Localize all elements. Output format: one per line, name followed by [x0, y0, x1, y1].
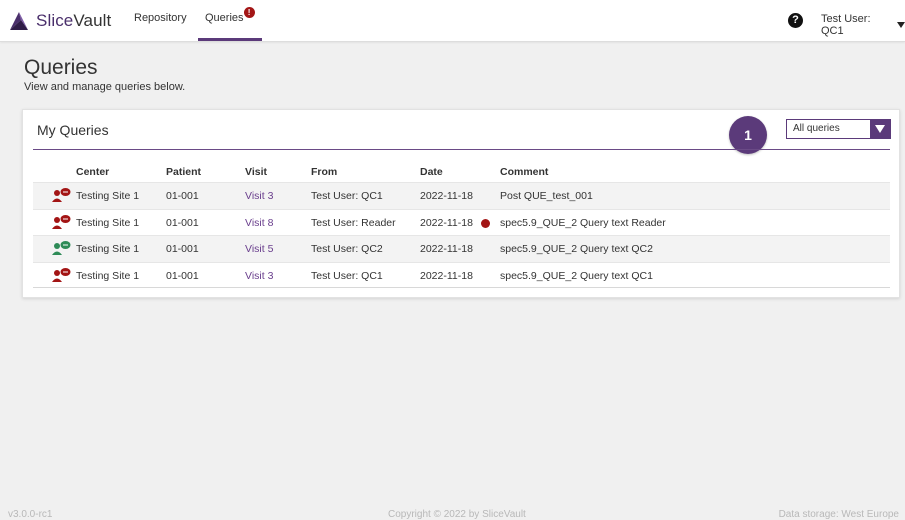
table-row[interactable]: Testing Site 1 01-001 Visit 3 Test User:…	[33, 182, 890, 209]
header-date[interactable]: Date	[420, 166, 443, 178]
header-from[interactable]: From	[311, 166, 337, 178]
cell-from: Test User: QC1	[311, 190, 383, 202]
help-icon[interactable]: ?	[788, 13, 803, 28]
dropdown-arrow-icon	[870, 120, 890, 138]
footer-data-storage: Data storage: West Europe	[778, 509, 899, 520]
user-name: Test User: QC1	[821, 13, 871, 37]
card-title: My Queries	[37, 122, 109, 138]
nav-queries[interactable]: Queries !	[205, 7, 255, 24]
top-navbar: SliceVault Repository Queries ! ? Test U…	[0, 0, 905, 42]
cell-center: Testing Site 1	[76, 216, 140, 229]
cell-patient: 01-001	[166, 243, 199, 255]
cell-visit-link[interactable]: Visit 8	[245, 217, 273, 229]
active-tab-indicator	[198, 38, 262, 41]
cell-center: Testing Site 1	[76, 269, 140, 282]
brand-name: SliceVault	[36, 11, 112, 30]
query-filter-value: All queries	[793, 123, 840, 134]
cell-comment: spec5.9_QUE_2 Query text Reader	[500, 216, 666, 229]
footer-copyright: Copyright © 2022 by SliceVault	[388, 509, 526, 520]
card-divider	[33, 149, 890, 150]
table-header: Center Patient Visit From Date Comment	[33, 162, 890, 182]
cell-comment: Post QUE_test_001	[500, 190, 593, 202]
page-title: Queries	[24, 56, 98, 79]
cell-date: 2022-11-18	[420, 243, 473, 255]
cell-from: Test User: QC2	[311, 243, 383, 255]
cell-from: Test User: QC1	[311, 269, 383, 282]
cell-date: 2022-11-18	[420, 216, 473, 229]
cell-from: Test User: Reader	[311, 216, 396, 229]
queries-alert-badge: !	[243, 7, 255, 18]
cell-date: 2022-11-18	[420, 190, 473, 202]
query-filter-select[interactable]: All queries	[786, 119, 891, 139]
header-visit[interactable]: Visit	[245, 166, 267, 178]
table-row[interactable]: Testing Site 1 01-001 Visit 5 Test User:…	[33, 235, 890, 262]
user-chat-icon	[51, 267, 71, 286]
footer-version: v3.0.0-rc1	[8, 509, 53, 520]
cell-patient: 01-001	[166, 190, 199, 202]
cell-visit-link[interactable]: Visit 3	[245, 270, 273, 282]
header-patient[interactable]: Patient	[166, 166, 201, 178]
table-row[interactable]: Testing Site 1 01-001 Visit 3 Test User:…	[33, 261, 890, 288]
queries-table: Center Patient Visit From Date Comment T…	[33, 162, 890, 288]
cell-comment: spec5.9_QUE_2 Query text QC2	[500, 243, 653, 255]
cell-date: 2022-11-18	[420, 269, 473, 282]
cell-comment: spec5.9_QUE_2 Query text QC1	[500, 269, 653, 282]
cell-patient: 01-001	[166, 269, 199, 282]
user-chat-icon	[51, 240, 71, 259]
header-comment[interactable]: Comment	[500, 166, 548, 178]
user-menu[interactable]: Test User: QC1	[821, 13, 905, 37]
my-queries-card: My Queries 1 All queries Center Patient …	[22, 109, 900, 298]
cell-visit-link[interactable]: Visit 5	[245, 243, 273, 255]
nav-repository[interactable]: Repository	[134, 12, 187, 24]
user-chat-icon	[51, 187, 71, 206]
header-center[interactable]: Center	[76, 166, 109, 178]
cell-center: Testing Site 1	[76, 190, 140, 202]
user-chat-icon	[51, 214, 71, 233]
cell-center: Testing Site 1	[76, 243, 140, 255]
unread-indicator-icon	[481, 218, 490, 228]
nav-queries-label: Queries	[205, 12, 244, 24]
cell-patient: 01-001	[166, 216, 199, 229]
caret-down-icon	[897, 22, 905, 28]
page-subtitle: View and manage queries below.	[24, 81, 186, 93]
brand[interactable]: SliceVault	[8, 9, 111, 33]
table-row[interactable]: Testing Site 1 01-001 Visit 8 Test User:…	[33, 208, 890, 236]
cell-visit-link[interactable]: Visit 3	[245, 190, 273, 202]
slicevault-logo-icon	[10, 12, 28, 30]
